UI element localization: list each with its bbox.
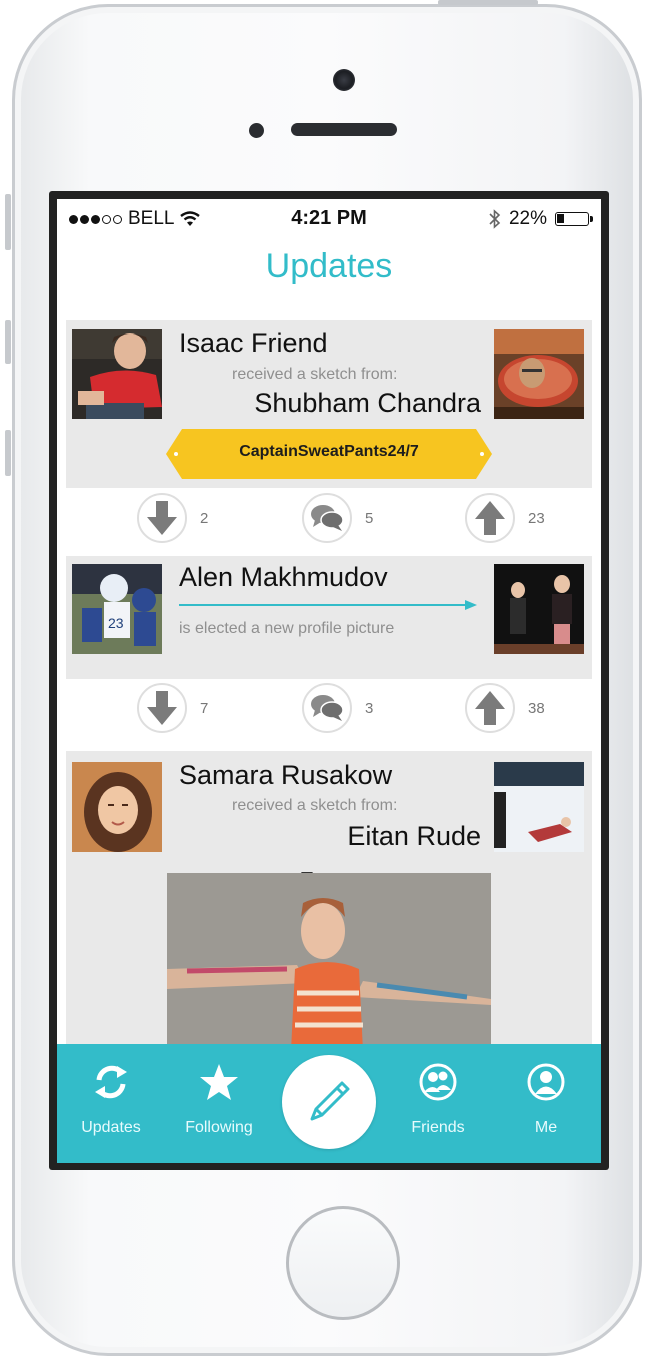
sleep-button[interactable] [438, 0, 538, 5]
upvote-action[interactable]: 38 [465, 683, 545, 733]
upvote-button[interactable] [465, 493, 515, 543]
comment-button[interactable] [302, 683, 352, 733]
arrow-down-icon [147, 691, 177, 725]
tab-label: Updates [81, 1119, 141, 1136]
earpiece-speaker [291, 123, 397, 136]
new-sketch-button[interactable] [282, 1055, 376, 1149]
user-name[interactable]: Isaac Friend [179, 328, 328, 359]
front-camera [333, 69, 355, 91]
feed-card[interactable]: Samara Rusakow received a sketch from: E… [66, 751, 592, 1051]
user-avatar[interactable]: 23 [72, 564, 162, 654]
proximity-sensor [249, 123, 264, 138]
comment-action[interactable]: 3 [302, 683, 373, 733]
tab-label: Following [185, 1119, 253, 1136]
card-actions: 7 3 38 [57, 683, 601, 743]
downvote-action[interactable]: 2 [137, 493, 208, 543]
downvote-button[interactable] [137, 493, 187, 543]
user-avatar[interactable] [72, 762, 162, 852]
volume-down-button[interactable] [5, 430, 11, 476]
comment-bubbles-icon [311, 695, 344, 721]
tab-me[interactable]: Me [496, 1062, 596, 1137]
profile-icon [527, 1063, 565, 1101]
sketch-thumbnail[interactable] [494, 762, 584, 852]
comment-action[interactable]: 5 [302, 493, 373, 543]
comment-button[interactable] [302, 493, 352, 543]
downvote-action[interactable]: 7 [137, 683, 208, 733]
home-button[interactable] [286, 1206, 400, 1320]
app-screen: BELL 4:21 PM 22% Updates Isaac Friend re… [57, 199, 601, 1163]
page-title: Updates [265, 247, 393, 285]
bluetooth-icon [489, 209, 501, 229]
tab-updates[interactable]: Updates [61, 1062, 161, 1137]
arrow-up-icon [475, 691, 505, 725]
friends-icon [419, 1063, 457, 1101]
downvote-count: 7 [200, 699, 209, 717]
activity-text: is elected a new profile picture [179, 620, 395, 637]
comment-count: 3 [365, 699, 374, 717]
downvote-button[interactable] [137, 683, 187, 733]
status-right: 22% [489, 208, 593, 230]
upvote-button[interactable] [465, 683, 515, 733]
activity-text: received a sketch from: [232, 366, 398, 383]
pencil-icon [310, 1081, 350, 1121]
sketch-thumbnail[interactable] [494, 329, 584, 419]
tab-label: Friends [411, 1119, 465, 1136]
activity-text: received a sketch from: [232, 797, 398, 814]
upvote-count: 38 [528, 699, 545, 717]
profile-picture-thumbnail[interactable] [494, 564, 584, 654]
svg-text:23: 23 [108, 615, 124, 631]
tab-bar: Updates Following Friends Me [57, 1044, 601, 1163]
tab-following[interactable]: Following [169, 1062, 269, 1137]
comment-bubbles-icon [311, 505, 344, 531]
feed-card[interactable]: 23 Alen Makhmudov is elected a new profi… [66, 556, 592, 679]
star-icon [200, 1064, 238, 1100]
badge-label: CaptainSweatPants24/7 [239, 443, 419, 460]
card-actions: 2 5 23 [57, 493, 601, 553]
feed-card[interactable]: Isaac Friend received a sketch from: Shu… [66, 320, 592, 488]
comment-count: 5 [365, 509, 374, 527]
user-avatar[interactable] [72, 329, 162, 419]
user-name[interactable]: Samara Rusakow [179, 760, 392, 791]
downvote-count: 2 [200, 509, 209, 527]
battery-percent: 22% [508, 208, 547, 229]
arrow-right-icon [179, 600, 477, 610]
tab-friends[interactable]: Friends [388, 1062, 488, 1137]
tab-label: Me [534, 1119, 558, 1136]
status-bar: BELL 4:21 PM 22% [57, 199, 601, 239]
arrow-up-icon [475, 501, 505, 535]
volume-up-button[interactable] [5, 320, 11, 364]
sender-name[interactable]: Shubham Chandra [254, 388, 481, 419]
battery-icon [555, 212, 593, 226]
upvote-count: 23 [528, 509, 545, 527]
refresh-icon [95, 1065, 127, 1099]
upvote-action[interactable]: 23 [465, 493, 545, 543]
arrow-down-icon [147, 501, 177, 535]
sender-name[interactable]: Eitan Rude [347, 821, 481, 852]
user-name[interactable]: Alen Makhmudov [179, 562, 388, 593]
mute-switch[interactable] [5, 194, 11, 250]
sketch-photo[interactable] [167, 873, 491, 1051]
